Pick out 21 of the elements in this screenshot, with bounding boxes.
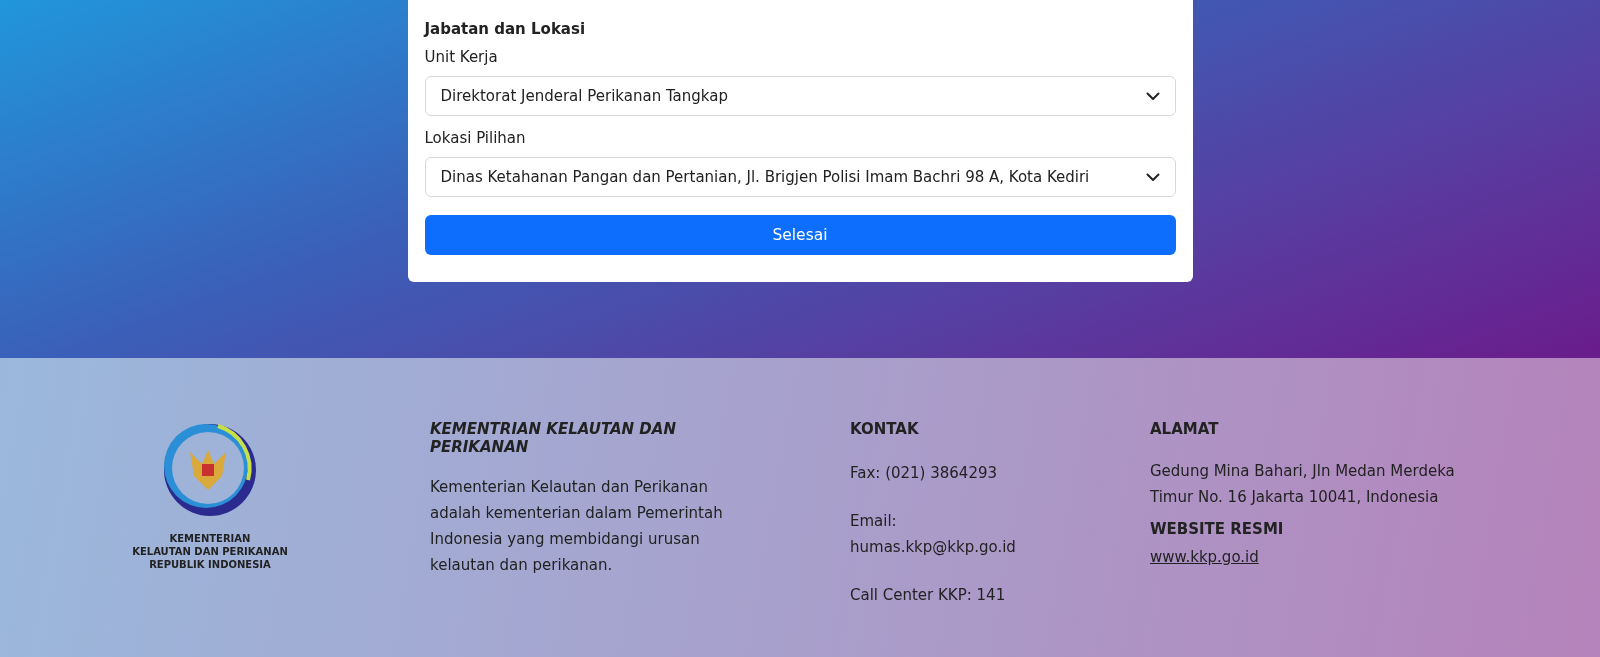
website-link[interactable]: www.kkp.go.id [1150,548,1259,566]
chevron-down-icon [1145,91,1160,101]
logo-text: KELAUTAN DAN PERIKANAN [132,545,288,558]
chevron-down-icon [1145,172,1160,182]
contact-text: Email: humas.kkp@kkp.go.id [850,511,1017,558]
logo-text: REPUBLIK INDONESIA [148,558,272,571]
field-label: Unit Kerja [424,48,499,66]
submit-button[interactable]: Selesai [424,215,1176,255]
select-field[interactable]: Direktorat Jenderal Perikanan Tangkap [424,76,1176,116]
field-label: Lokasi Pilihan [424,129,527,147]
contact-text: Fax: (021) 3864293 [850,463,999,484]
column-title: ALAMAT [1150,420,1220,438]
about-text: Kementerian Kelautan dan Perikanan adalah kementerian dalam Pemerintah Indonesia yang membidangi urusan kelautan dan perikanan. [430,477,724,576]
section-title: Jabatan dan Lokasi [424,20,587,38]
contact-text: Call Center KKP: 141 [850,585,1007,606]
address-text: Gedung Mina Bahari, Jln Medan Merdeka Timur No. 16 Jakarta 10041, Indonesia [1150,461,1456,508]
logo-text: KEMENTERIAN [168,532,252,545]
column-title: WEBSITE RESMI [1150,520,1285,538]
column-title: KONTAK [850,420,920,438]
column-title: KEMENTRIAN KELAUTAN DAN PERIKANAN [430,420,677,456]
select-field[interactable]: Dinas Ketahanan Pangan dan Pertanian, Jl. Brigjen Polisi Imam Bachri 98 A, Kota Kediri [424,157,1176,197]
